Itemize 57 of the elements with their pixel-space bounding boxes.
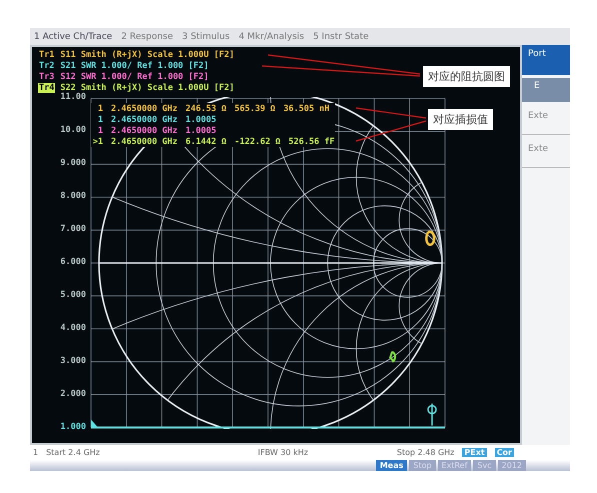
- status-button[interactable]: Stop: [409, 460, 436, 471]
- marker-number: 1: [96, 104, 103, 114]
- axis-label: 1.000: [60, 421, 87, 433]
- marker-value: 565.39 Ω: [234, 104, 276, 114]
- marker-value: 2.4650000 GHz: [111, 114, 178, 124]
- axis-label: 2.000: [60, 388, 87, 400]
- axis-label: 8.000: [60, 190, 87, 202]
- start-frequency: Start 2.4 GHz: [46, 448, 100, 457]
- axis-label: 5.000: [60, 289, 87, 301]
- status-button[interactable]: ExtRef: [438, 460, 472, 471]
- menu-tab[interactable]: 3 Stimulus: [182, 32, 230, 42]
- trace-setting: S11 Smith (R+jX) Scale 1.000U [F2]: [60, 50, 234, 60]
- ifbw-setting: IFBW 30 kHz: [258, 448, 308, 457]
- axis-label: 7.000: [60, 223, 87, 235]
- trace-label[interactable]: Tr1: [38, 50, 56, 60]
- axis-label: 6.000: [60, 256, 87, 268]
- marker-value: 2.4650000 GHz: [111, 126, 178, 136]
- marker-value: 36.505 nH: [283, 104, 330, 114]
- marker-value: 2.4650000 GHz: [111, 104, 178, 114]
- panel-header[interactable]: Port: [522, 45, 570, 75]
- marker-value: 526.56 fF: [288, 136, 335, 146]
- menu-tab[interactable]: 5 Instr State: [313, 32, 369, 42]
- trace-label[interactable]: Tr2: [38, 60, 56, 70]
- axis-label: 4.000: [60, 322, 87, 334]
- axis-label: 3.000: [60, 355, 87, 367]
- status-button[interactable]: 2012: [498, 460, 526, 471]
- axis-label: 11.00: [60, 91, 87, 103]
- marker-value: 2.4650000 GHz: [111, 136, 178, 146]
- marker-value: -122.62 Ω: [234, 136, 281, 146]
- trace-setting: S12 SWR 1.000/ Ref 1.000 [F2]: [60, 72, 209, 82]
- annotation-label: 对应的阻抗圆图: [423, 66, 510, 87]
- axis-label: 9.000: [60, 157, 87, 169]
- marker-value: 1.0005: [186, 114, 216, 124]
- softkey-button[interactable]: Exte: [522, 105, 570, 135]
- status-button[interactable]: Meas: [376, 460, 408, 471]
- status-badge: PExt: [462, 448, 487, 457]
- status-badge: Cor: [494, 448, 514, 457]
- marker-value: 1.0005: [186, 126, 216, 136]
- trace-label[interactable]: Tr3: [38, 72, 56, 82]
- trace-setting: S21 SWR 1.000/ Ref 1.000 [F2]: [60, 60, 209, 70]
- axis-label: 10.00: [60, 124, 87, 136]
- marker-value: 246.53 Ω: [186, 104, 226, 114]
- annotation-label: 对应插损值: [428, 109, 493, 130]
- marker-value: 6.1442 Ω: [186, 136, 226, 146]
- softkey-button[interactable]: E: [522, 78, 570, 102]
- trace-label[interactable]: Tr4: [38, 82, 56, 92]
- marker-number: 1: [96, 126, 103, 136]
- trace-setting: S22 Smith (R+jX) Scale 1.000U [F2]: [60, 82, 234, 92]
- marker-number: 1: [96, 114, 103, 124]
- menu-tab[interactable]: 2 Response: [121, 32, 173, 42]
- status-button[interactable]: Svc: [473, 460, 496, 471]
- menu-tab[interactable]: 1 Active Ch/Trace: [34, 32, 112, 42]
- marker-number: >1: [92, 136, 103, 146]
- channel-number: 1: [33, 448, 38, 457]
- softkey-button[interactable]: Exte: [522, 138, 570, 168]
- stop-frequency: Stop 2.48 GHz: [396, 448, 454, 457]
- menu-tab[interactable]: 4 Mkr/Analysis: [238, 32, 304, 42]
